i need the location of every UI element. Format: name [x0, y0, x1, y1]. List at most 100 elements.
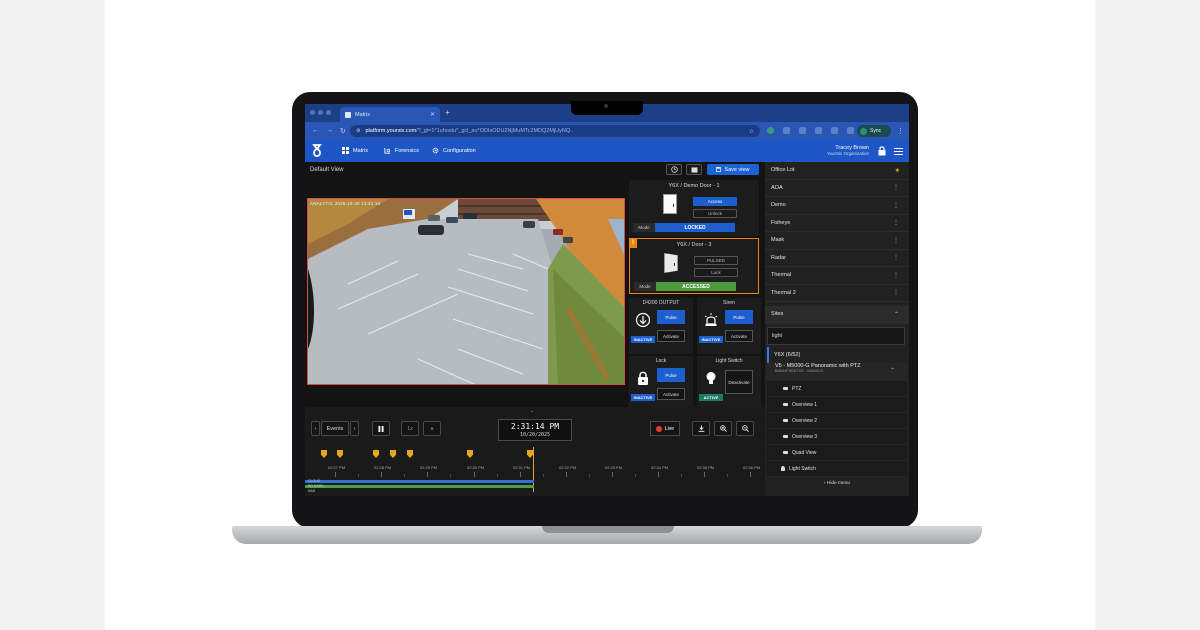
camera-view-overview-1[interactable]: Overview 1 [767, 397, 907, 413]
chevron-down-icon[interactable]: ⌄ [530, 408, 534, 414]
reload-icon[interactable]: ↻ [340, 127, 346, 135]
view-item-mask[interactable]: Mask ⋮ [765, 232, 909, 250]
view-item-thermal-2[interactable]: Thermal 2 ⋮ [765, 284, 909, 302]
bookmark-star-icon[interactable]: ☆ [749, 128, 754, 135]
more-icon[interactable]: ⋮ [893, 202, 899, 209]
extension-icon[interactable] [799, 127, 806, 134]
pause-button[interactable] [372, 421, 390, 436]
activate-button[interactable]: Activate [725, 330, 753, 342]
history-button[interactable] [666, 164, 682, 175]
extension-icon[interactable] [815, 127, 822, 134]
chevron-up-icon[interactable]: ⌃ [894, 311, 899, 318]
site-search-input[interactable]: light [767, 327, 905, 345]
app-logo[interactable] [312, 144, 322, 160]
view-item-radar[interactable]: Radar ⋮ [765, 249, 909, 267]
access-button[interactable]: Access [693, 197, 737, 206]
speed-button[interactable]: 1x [401, 421, 419, 436]
layout-button[interactable] [686, 164, 702, 175]
io-title: Light Switch [715, 358, 743, 364]
more-icon[interactable]: ⋮ [893, 237, 899, 244]
profile-button[interactable]: Sync [857, 125, 891, 137]
site-group-y6x[interactable]: Y6X (6/52) [767, 347, 907, 363]
camera-view-label: Overview 3 [792, 433, 818, 440]
track-label: NAS [308, 489, 316, 493]
event-marker[interactable] [407, 450, 413, 458]
event-marker[interactable] [467, 450, 473, 458]
extension-icon[interactable] [783, 127, 790, 134]
extension-icon[interactable] [847, 127, 854, 134]
camera-view-overview-3[interactable]: Overview 3 [767, 429, 907, 445]
event-marker[interactable] [373, 450, 379, 458]
deactivate-button[interactable]: Deactivate [725, 370, 753, 394]
zoom-in-button[interactable] [714, 421, 732, 436]
close-icon[interactable]: ✕ [430, 111, 435, 118]
view-item-fisheye[interactable]: Fisheye ⋮ [765, 214, 909, 232]
avatar [860, 127, 867, 135]
zoom-out-button[interactable] [736, 421, 754, 436]
event-marker[interactable] [321, 450, 327, 458]
site-info-icon[interactable]: ⚙ [356, 128, 360, 134]
event-marker[interactable] [390, 450, 396, 458]
extension-icon[interactable] [767, 127, 774, 134]
user-info[interactable]: Tracey Brown YourSix Organization [803, 145, 869, 157]
events-filter[interactable]: Events [321, 421, 349, 436]
nav-forensics[interactable]: Forensics [384, 147, 419, 154]
user-org: YourSix Organization [826, 151, 869, 156]
view-item-demo[interactable]: Demo ⋮ [765, 197, 909, 215]
more-icon[interactable]: ⋮ [893, 272, 899, 279]
chevron-up-icon[interactable]: ⌃ [890, 367, 895, 374]
device-light-switch[interactable]: Light Switch [767, 461, 907, 477]
address-bar[interactable]: ⚙ platform.yoursix.com/?_gl=1*1uhostu*_g… [350, 125, 760, 137]
next-event-button[interactable]: › [350, 421, 359, 436]
time-ruler[interactable]: 02:27 PM 02:28 PM 02:29 PM 02:30 PM 02:3… [305, 463, 765, 477]
event-marker[interactable] [337, 450, 343, 458]
pulse-button[interactable]: Pulse [657, 368, 685, 382]
more-icon[interactable]: ⋮ [893, 289, 899, 296]
forward-icon[interactable]: → [326, 127, 333, 135]
pulsed-button[interactable]: PULSED [694, 256, 738, 265]
browser-tab[interactable]: Matrix ✕ [340, 107, 440, 122]
view-item-office-lot[interactable]: Office Lot ★ [765, 162, 909, 180]
back-icon[interactable]: ← [312, 127, 319, 135]
pulse-button[interactable]: Pulse [657, 310, 685, 324]
lock-button[interactable]: Lock [694, 268, 738, 277]
save-view-button[interactable]: Save view [707, 164, 759, 175]
prev-event-button[interactable]: ‹ [311, 421, 320, 436]
activate-button[interactable]: Activate [657, 388, 685, 400]
nav-matrix[interactable]: Matrix [342, 147, 368, 154]
playback-clock[interactable]: 2:31:14 PM 10/20/2025 [498, 419, 572, 441]
view-item-aoa[interactable]: AOA ⋮ [765, 179, 909, 197]
camera-view-ptz[interactable]: PTZ [767, 381, 907, 397]
lock-icon[interactable] [878, 146, 886, 156]
download-button[interactable] [692, 421, 710, 436]
more-icon[interactable]: ⋮ [893, 184, 899, 191]
download-icon [698, 425, 704, 432]
more-icon[interactable]: ⋮ [893, 254, 899, 261]
view-item-thermal[interactable]: Thermal ⋮ [765, 267, 909, 285]
camera-item[interactable]: V5 - M5000-G Panoramic with PTZ B8A44F9D… [767, 363, 907, 381]
activate-button[interactable]: Activate [657, 330, 685, 342]
pulse-button[interactable]: Pulse [725, 310, 753, 324]
camera-view-overview-2[interactable]: Overview 2 [767, 413, 907, 429]
nav-configuration[interactable]: Configuration [432, 147, 476, 154]
favicon-icon [345, 111, 351, 118]
hamburger-menu-icon[interactable] [894, 148, 903, 157]
new-tab-icon[interactable]: + [445, 108, 450, 117]
more-icon[interactable]: ⋮ [893, 219, 899, 226]
hide-menu-button[interactable]: › Hide menu [765, 481, 909, 486]
fast-forward-icon[interactable]: » [423, 421, 441, 436]
sites-header[interactable]: Sites ⌃ [765, 306, 909, 324]
bulb-icon [706, 372, 716, 384]
door-title: Y6X / Demo Door - 1 [668, 183, 720, 189]
io-status-badge: INACTIVE [699, 336, 723, 343]
star-icon[interactable]: ★ [895, 167, 900, 174]
view-title: Default View [310, 167, 344, 173]
extension-icon[interactable] [831, 127, 838, 134]
unlock-button[interactable]: Unlock [693, 209, 737, 218]
camera-feed[interactable]: ANALYTIC 2025-10-20 13:31:14 [307, 198, 625, 385]
browser-menu-icon[interactable]: ⋮ [897, 127, 904, 135]
window-controls[interactable] [310, 110, 331, 115]
camera-view-quad[interactable]: Quad View [767, 445, 907, 461]
live-button[interactable]: Live [650, 421, 680, 436]
door-closed-icon [663, 194, 677, 214]
